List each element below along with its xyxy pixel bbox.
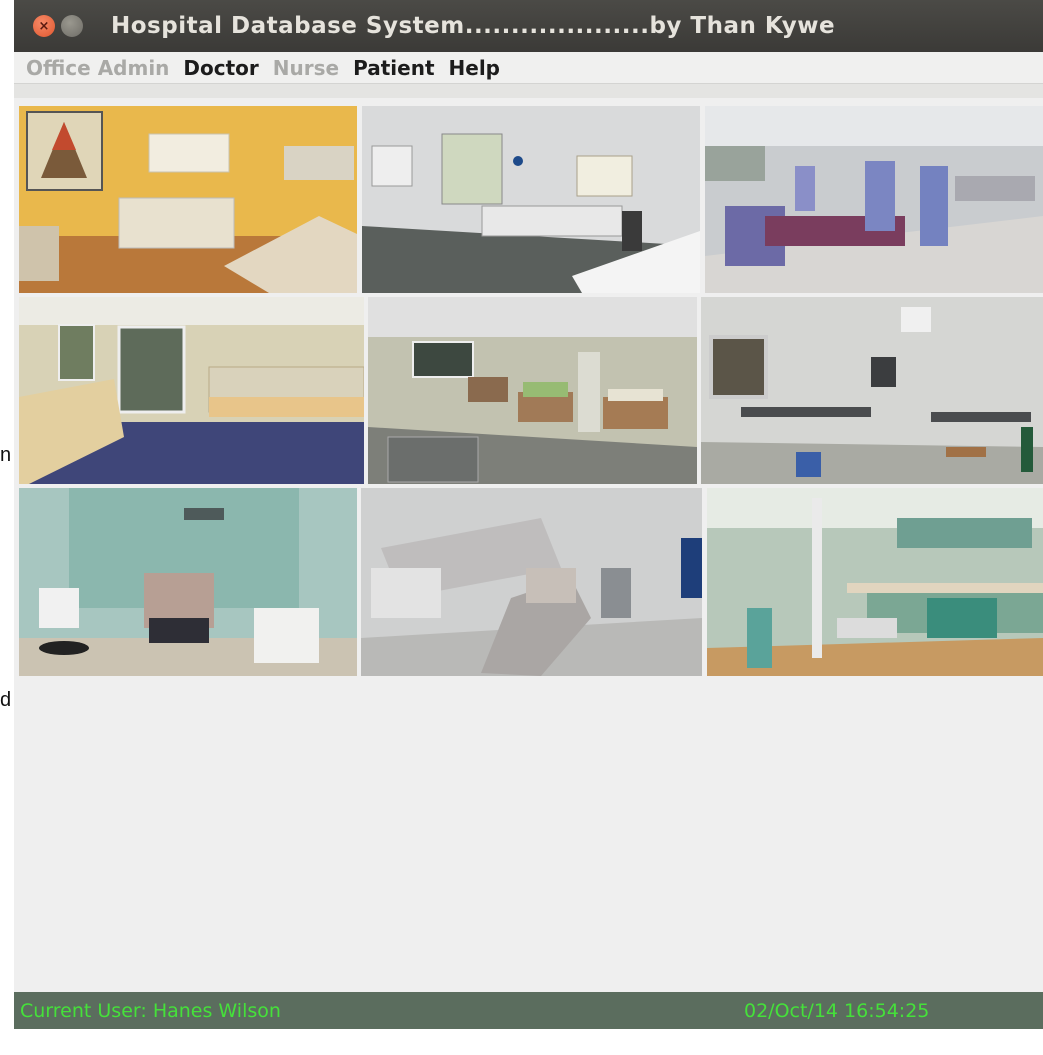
menu-help[interactable]: Help xyxy=(449,56,500,80)
datetime-label: 02/Oct/14 16:54:25 xyxy=(744,999,930,1022)
photo-patient-ward xyxy=(368,297,697,484)
menu-doctor[interactable]: Doctor xyxy=(183,56,258,80)
status-bar: Current User: Hanes Wilson 02/Oct/14 16:… xyxy=(14,992,1043,1029)
photo-dental-lab xyxy=(705,106,1043,293)
stray-text-n: n xyxy=(0,444,12,466)
photo-exam-room xyxy=(19,106,357,293)
close-icon: × xyxy=(38,18,50,34)
photo-dental-room-grey xyxy=(361,488,702,676)
minimize-window-button[interactable] xyxy=(61,15,83,37)
menu-office-admin[interactable]: Office Admin xyxy=(26,56,169,80)
photo-office xyxy=(362,106,700,293)
stray-text-d: d xyxy=(0,689,12,711)
photo-reception xyxy=(19,297,364,484)
photo-surgery-room xyxy=(701,297,1043,484)
title-bar[interactable]: × Hospital Database System..............… xyxy=(14,0,1043,52)
photo-dental-clinic-teal xyxy=(707,488,1043,676)
menu-bar: Office Admin Doctor Nurse Patient Help xyxy=(14,52,1043,83)
close-window-button[interactable]: × xyxy=(33,15,55,37)
photo-gallery xyxy=(19,106,1043,676)
menu-patient[interactable]: Patient xyxy=(353,56,434,80)
photo-dental-room-green xyxy=(19,488,357,676)
toolbar-strip xyxy=(14,83,1043,98)
current-user-label: Current User: Hanes Wilson xyxy=(20,999,281,1022)
window-title: Hospital Database System................… xyxy=(111,13,836,39)
app-window: × Hospital Database System..............… xyxy=(14,0,1043,1029)
menu-nurse[interactable]: Nurse xyxy=(273,56,339,80)
